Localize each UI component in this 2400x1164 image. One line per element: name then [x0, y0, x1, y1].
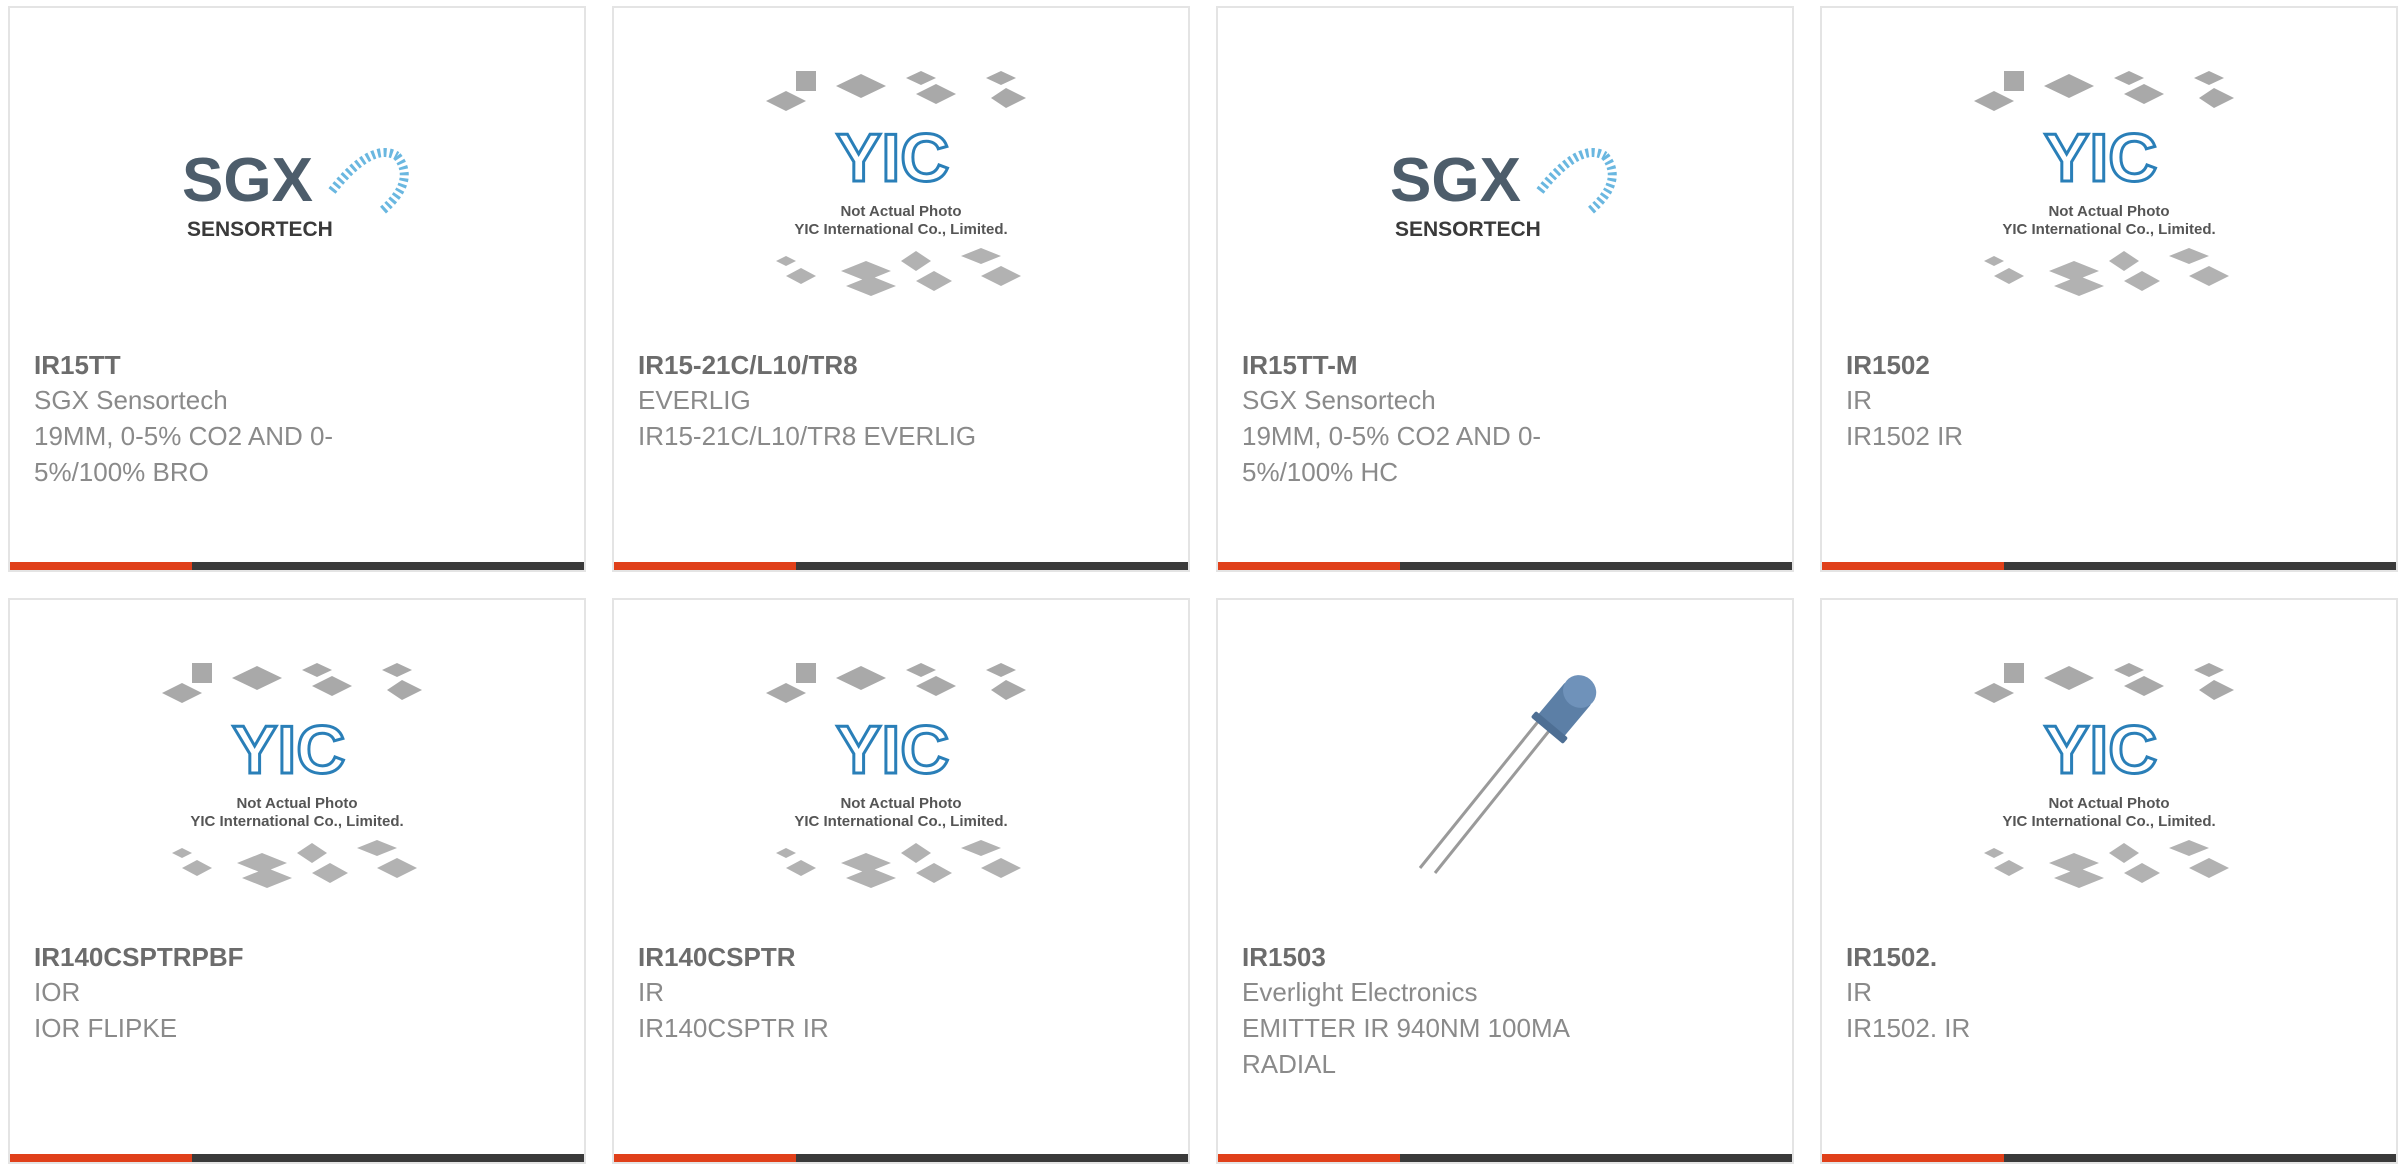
part-number[interactable]: IR1502. — [1846, 940, 2372, 974]
manufacturer: IOR — [34, 977, 81, 1007]
product-card[interactable]: YIC Not Actual Photo YIC International C… — [1820, 6, 2398, 572]
manufacturer: SGX Sensortech — [1242, 385, 1436, 415]
svg-text:YIC: YIC — [2044, 712, 2157, 788]
svg-text:Not Actual Photo: Not Actual Photo — [2048, 795, 2169, 812]
part-number[interactable]: IR140CSPTRPBF — [34, 940, 560, 974]
part-number[interactable]: IR15TT — [34, 348, 560, 382]
description: IOR FLIPKE — [34, 1013, 178, 1043]
product-image[interactable]: SGX SENSORTECH — [147, 63, 447, 308]
sgx-logo-icon: SGX SENSORTECH — [182, 146, 409, 241]
svg-text:YIC: YIC — [836, 712, 949, 788]
product-image[interactable] — [1355, 655, 1655, 900]
svg-text:YIC: YIC — [2044, 120, 2157, 196]
manufacturer: SGX Sensortech — [34, 385, 228, 415]
sgx-logo-icon: SGX SENSORTECH — [1390, 146, 1617, 241]
description: IR15-21C/L10/TR8 EVERLIG — [638, 421, 977, 451]
product-card[interactable]: IR1503 Everlight Electronics EMITTER IR … — [1216, 598, 1794, 1164]
card-bar — [1218, 562, 1792, 570]
product-image[interactable]: SGX SENSORTECH — [1355, 63, 1655, 308]
manufacturer: IR — [1846, 977, 1872, 1007]
product-card[interactable]: YIC Not Actual Photo YIC International C… — [612, 598, 1190, 1164]
description: 19MM, 0-5% CO2 AND 0-5%/100% BRO — [34, 421, 334, 487]
svg-text:YIC: YIC — [232, 712, 345, 788]
yic-placeholder-icon: YIC Not Actual Photo YIC International C… — [766, 70, 1026, 296]
part-number[interactable]: IR140CSPTR — [638, 940, 1164, 974]
part-number[interactable]: IR1502 — [1846, 348, 2372, 382]
product-card[interactable]: YIC Not Actual Photo YIC International C… — [1820, 598, 2398, 1164]
yic-placeholder-icon: YIC Not Actual Photo YIC International C… — [766, 662, 1026, 888]
svg-text:SGX: SGX — [1390, 146, 1521, 215]
svg-text:YIC International Co., Limited: YIC International Co., Limited. — [794, 221, 1007, 238]
part-number[interactable]: IR15-21C/L10/TR8 — [638, 348, 1164, 382]
product-image[interactable]: YIC Not Actual Photo YIC International C… — [751, 655, 1051, 900]
svg-text:SGX: SGX — [182, 146, 313, 215]
svg-text:Not Actual Photo: Not Actual Photo — [840, 203, 961, 220]
product-image[interactable]: YIC Not Actual Photo YIC International C… — [751, 63, 1051, 308]
svg-text:Not Actual Photo: Not Actual Photo — [236, 795, 357, 812]
product-image[interactable]: YIC Not Actual Photo YIC International C… — [1959, 655, 2259, 900]
svg-text:YIC: YIC — [836, 120, 949, 196]
manufacturer: EVERLIG — [638, 385, 751, 415]
svg-text:SENSORTECH: SENSORTECH — [187, 218, 333, 241]
ir-led-icon — [1418, 674, 1597, 874]
card-bar — [614, 562, 1188, 570]
manufacturer: IR — [1846, 385, 1872, 415]
manufacturer: IR — [638, 977, 664, 1007]
yic-placeholder-icon: YIC Not Actual Photo YIC International C… — [1974, 662, 2234, 888]
svg-text:YIC International Co., Limited: YIC International Co., Limited. — [2002, 813, 2215, 830]
description: 19MM, 0-5% CO2 AND 0-5%/100% HC — [1242, 421, 1542, 487]
description: EMITTER IR 940NM 100MA RADIAL — [1242, 1013, 1569, 1079]
part-number[interactable]: IR15TT-M — [1242, 348, 1768, 382]
card-bar — [10, 562, 584, 570]
product-grid: SGX SENSORTECH IR15TT SGX Sensortech 19M… — [8, 6, 2398, 1164]
part-number[interactable]: IR1503 — [1242, 940, 1768, 974]
card-bar — [1822, 562, 2396, 570]
svg-text:SENSORTECH: SENSORTECH — [1395, 218, 1541, 241]
description: IR1502. IR — [1846, 1013, 1971, 1043]
product-card[interactable]: YIC Not Actual Photo YIC International C… — [612, 6, 1190, 572]
yic-placeholder-icon: YIC Not Actual Photo YIC International C… — [162, 662, 422, 888]
product-card[interactable]: YIC Not Actual Photo YIC International C… — [8, 598, 586, 1164]
product-image[interactable]: YIC Not Actual Photo YIC International C… — [1959, 63, 2259, 308]
svg-text:Not Actual Photo: Not Actual Photo — [2048, 203, 2169, 220]
product-image[interactable]: YIC Not Actual Photo YIC International C… — [147, 655, 447, 900]
svg-text:YIC International Co., Limited: YIC International Co., Limited. — [794, 813, 1007, 830]
product-card[interactable]: SGX SENSORTECH IR15TT SGX Sensortech 19M… — [8, 6, 586, 572]
product-card[interactable]: SGX SENSORTECH IR15TT-M SGX Sensortech 1… — [1216, 6, 1794, 572]
svg-text:YIC International Co., Limited: YIC International Co., Limited. — [2002, 221, 2215, 238]
description: IR1502 IR — [1846, 421, 1964, 451]
manufacturer: Everlight Electronics — [1242, 977, 1478, 1007]
yic-placeholder-icon: YIC Not Actual Photo YIC International C… — [1974, 70, 2234, 296]
svg-text:Not Actual Photo: Not Actual Photo — [840, 795, 961, 812]
svg-text:YIC International Co., Limited: YIC International Co., Limited. — [190, 813, 403, 830]
description: IR140CSPTR IR — [638, 1013, 829, 1043]
